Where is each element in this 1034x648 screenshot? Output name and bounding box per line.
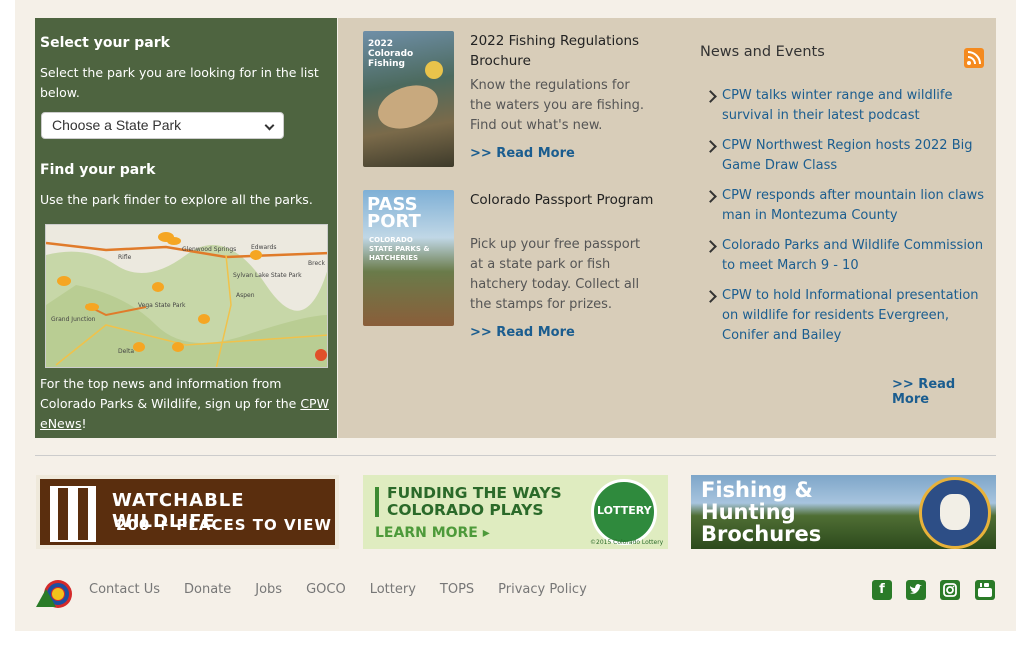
map-label: Aspen <box>236 292 255 299</box>
news-item[interactable]: CPW to hold Informational presentation o… <box>704 286 991 346</box>
footer-link-lottery[interactable]: Lottery <box>370 582 416 597</box>
passport-program-cover[interactable]: PASS PORT COLORADO STATE PARKS & HATCHER… <box>363 190 454 326</box>
fishing-banner-line-3: Brochures <box>701 522 822 546</box>
state-park-select[interactable]: Choose a State Park <box>41 112 284 139</box>
facebook-icon[interactable]: f <box>872 580 892 600</box>
featured-panel: 2022 Colorado Fishing 2022 Fishing Regul… <box>338 18 996 438</box>
read-more-link[interactable]: >> Read More <box>470 325 575 340</box>
cpw-logo-icon[interactable] <box>36 579 74 609</box>
news-events-heading: News and Events <box>700 44 825 60</box>
map-label: Breck <box>308 260 325 267</box>
footer-link-privacy[interactable]: Privacy Policy <box>498 582 587 597</box>
lottery-copyright: ©2015 Colorado Lottery <box>590 539 664 546</box>
park-finder-panel: Select your park Select the park you are… <box>35 18 337 438</box>
map-label: Edwards <box>251 244 276 251</box>
fishing-hunting-brochures-banner[interactable]: Fishing & Hunting Brochures <box>691 475 996 549</box>
find-park-heading: Find your park <box>40 162 156 178</box>
map-label: Rifle <box>118 254 132 261</box>
lottery-logo: LOTTERY <box>591 479 657 545</box>
lottery-line-2: COLORADO PLAYS <box>387 501 544 519</box>
news-item-link[interactable]: Colorado Parks and Wildlife Commission t… <box>706 236 991 276</box>
footer-link-jobs[interactable]: Jobs <box>255 582 282 597</box>
cpw-seal-icon <box>919 477 991 549</box>
map-label: Delta <box>118 348 134 355</box>
enews-signup-text: For the top news and information from Co… <box>40 374 332 434</box>
binoculars-icon <box>50 486 96 542</box>
enews-text: For the top news and information from Co… <box>40 376 301 411</box>
youtube-icon[interactable] <box>975 580 995 600</box>
select-park-text: Select the park you are looking for in t… <box>40 65 319 100</box>
card-title[interactable]: 2022 Fishing Regulations Brochure <box>470 31 655 71</box>
divider <box>35 455 996 456</box>
news-item[interactable]: CPW talks winter range and wildlife surv… <box>704 86 991 126</box>
news-item-link[interactable]: CPW talks winter range and wildlife surv… <box>706 86 991 126</box>
footer-link-contact[interactable]: Contact Us <box>89 582 160 597</box>
footer-link-tops[interactable]: TOPS <box>440 582 474 597</box>
fish-icon <box>372 77 444 137</box>
news-read-more-link[interactable]: >> Read More <box>892 377 996 407</box>
wildlife-banner-subtitle: 200 + PLACES TO VIEW <box>116 516 332 534</box>
lottery-badge-text: LOTTERY <box>597 504 652 517</box>
map-label: Glenwood Springs <box>182 246 236 253</box>
state-park-select-value: Choose a State Park <box>52 117 182 133</box>
cover-port: PORT <box>367 211 421 232</box>
map-label: Grand Junction <box>51 316 96 323</box>
footer-nav: Contact Us Donate Jobs GOCO Lottery TOPS… <box>89 582 611 597</box>
instagram-icon[interactable] <box>940 580 960 600</box>
watchable-wildlife-banner[interactable]: WATCHABLE WILDLIFE 200 + PLACES TO VIEW <box>36 475 339 549</box>
news-item-link[interactable]: CPW Northwest Region hosts 2022 Big Game… <box>706 136 991 176</box>
enews-text-end: ! <box>81 416 87 431</box>
rss-icon[interactable] <box>964 48 984 68</box>
fishing-banner-line-2: Hunting <box>701 500 796 524</box>
fishing-brochure-cover[interactable]: 2022 Colorado Fishing <box>363 31 454 167</box>
cpw-seal-icon <box>425 61 443 79</box>
learn-more-link[interactable]: LEARN MORE ▸ <box>375 525 490 541</box>
cover-subtitle: COLORADO STATE PARKS & HATCHERIES <box>369 236 430 262</box>
news-item[interactable]: CPW Northwest Region hosts 2022 Big Game… <box>704 136 991 176</box>
find-park-text: Use the park finder to explore all the p… <box>40 192 313 207</box>
footer-link-donate[interactable]: Donate <box>184 582 231 597</box>
fishing-banner-line-1: Fishing & <box>701 478 813 502</box>
park-finder-map[interactable]: Rifle Glenwood Springs Edwards Breck Veg… <box>45 224 328 368</box>
card-title[interactable]: Colorado Passport Program <box>470 190 655 210</box>
card-description: Pick up your free passport at a state pa… <box>470 237 641 312</box>
footer-link-goco[interactable]: GOCO <box>306 582 346 597</box>
news-item[interactable]: CPW responds after mountain lion claws m… <box>704 186 991 226</box>
card-description: Know the regulations for the waters you … <box>470 78 645 133</box>
news-item-link[interactable]: CPW responds after mountain lion claws m… <box>706 186 991 226</box>
map-label: Sylvan Lake State Park <box>233 272 302 279</box>
learn-more-label: LEARN MORE <box>375 525 478 541</box>
news-item[interactable]: Colorado Parks and Wildlife Commission t… <box>704 236 991 276</box>
lottery-banner-title: FUNDING THE WAYS COLORADO PLAYS <box>387 485 562 519</box>
colorado-lottery-banner[interactable]: FUNDING THE WAYS COLORADO PLAYS LEARN MO… <box>363 475 668 549</box>
map-label: Vega State Park <box>138 302 186 309</box>
chevron-down-icon <box>264 120 275 131</box>
twitter-icon[interactable] <box>906 580 926 600</box>
cover-title: 2022 Colorado Fishing <box>368 39 414 69</box>
accent-bar <box>375 487 379 517</box>
read-more-link[interactable]: >> Read More <box>470 146 575 161</box>
select-park-heading: Select your park <box>40 35 170 51</box>
lottery-line-1: FUNDING THE WAYS <box>387 484 562 502</box>
news-item-link[interactable]: CPW to hold Informational presentation o… <box>706 286 991 346</box>
